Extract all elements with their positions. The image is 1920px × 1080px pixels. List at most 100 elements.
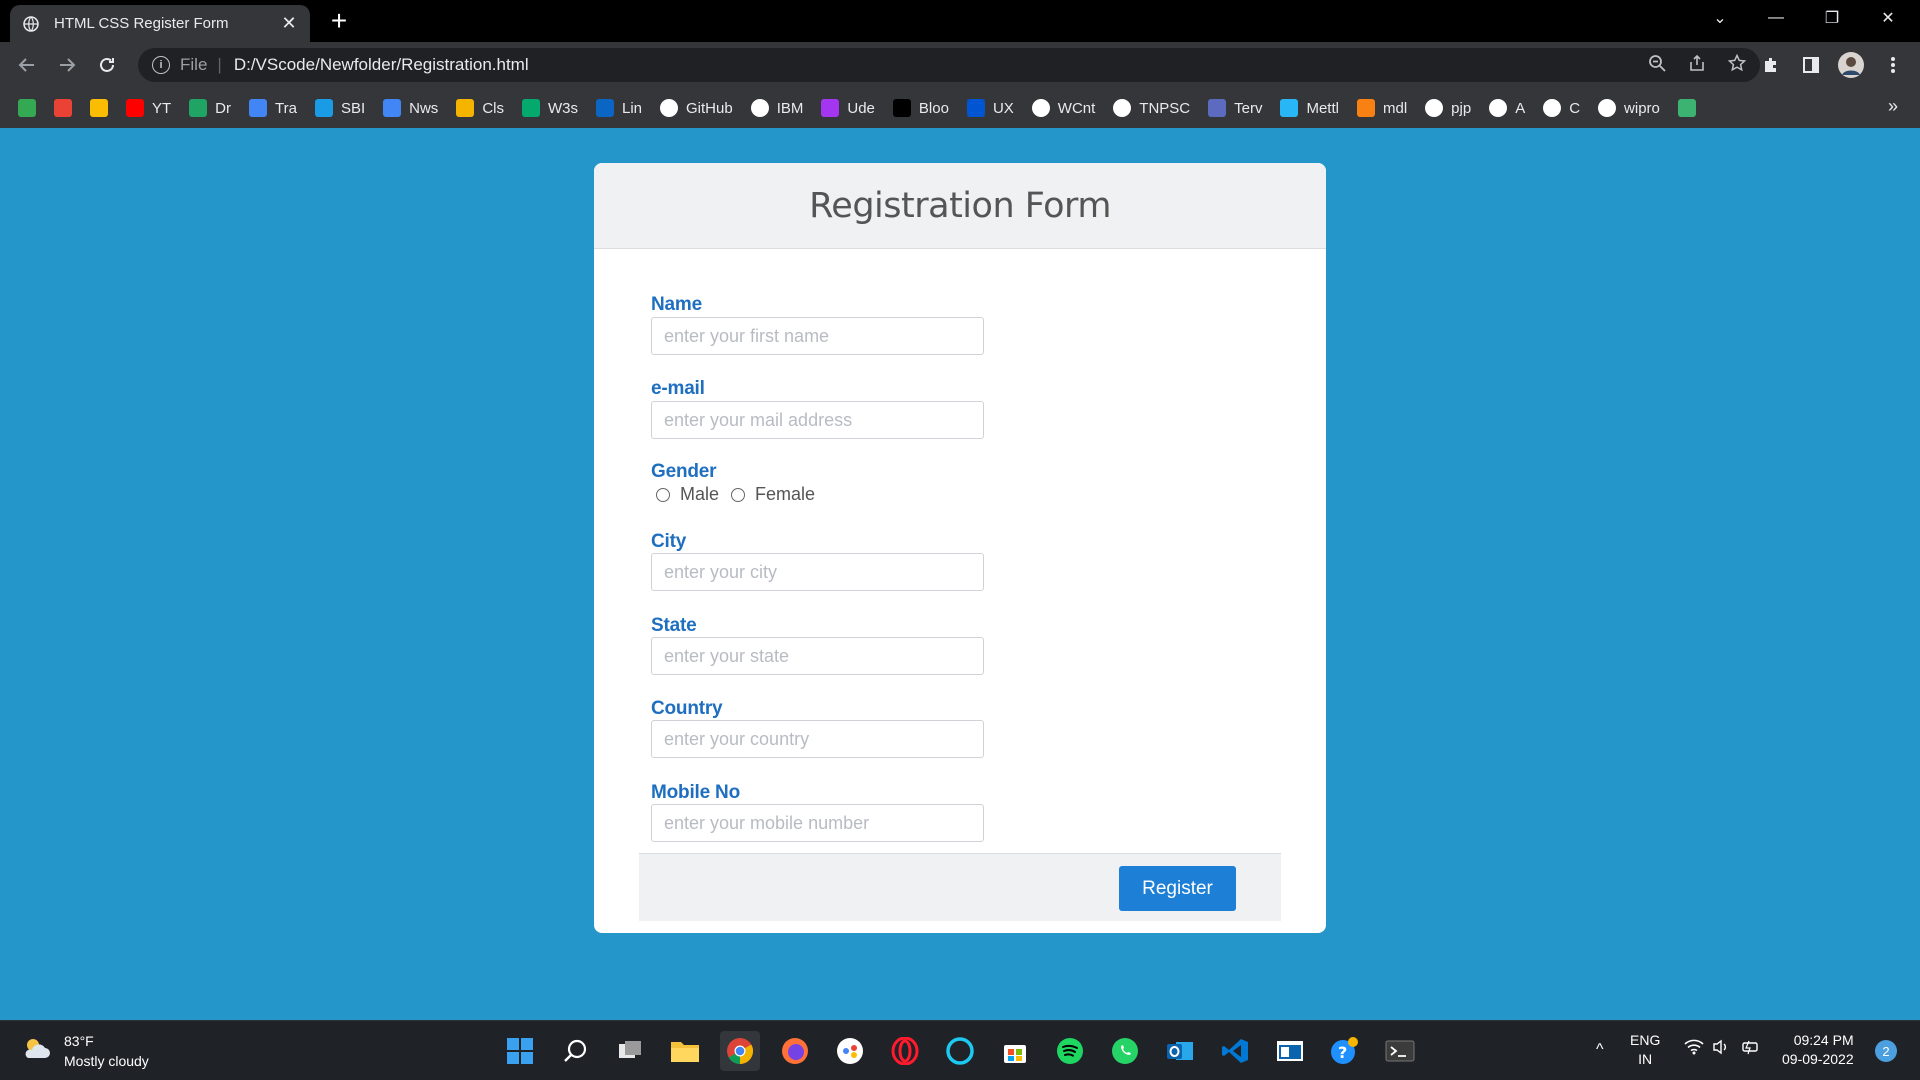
bookmark-item[interactable]: C (1543, 99, 1580, 117)
bookmark-item[interactable]: mdl (1356, 99, 1407, 117)
globe-icon (1489, 99, 1508, 117)
browser-menu-icon[interactable] (1878, 50, 1908, 80)
bookmark-item[interactable]: Dr (189, 99, 231, 117)
notification-badge[interactable]: 2 (1875, 1040, 1897, 1062)
reload-icon[interactable] (92, 50, 122, 80)
name-input[interactable] (651, 317, 984, 355)
clock[interactable]: 09:24 PM 09-09-2022 (1782, 1031, 1854, 1069)
chevron-up-icon[interactable]: ^ (1596, 1041, 1604, 1059)
bookmark-item[interactable]: SBI (314, 99, 365, 117)
back-arrow-icon[interactable] (12, 50, 42, 80)
wifi-icon[interactable] (1684, 1039, 1704, 1060)
bookmark-label: C (1569, 99, 1581, 117)
share-icon[interactable] (1688, 54, 1706, 77)
youtube-icon (126, 99, 144, 117)
udemy-icon (821, 99, 840, 117)
extensions-icon[interactable] (1756, 50, 1786, 80)
google-app-icon[interactable] (830, 1031, 870, 1071)
bookmark-item[interactable]: GitHub (660, 99, 733, 117)
bookmark-item[interactable]: A (1489, 99, 1525, 117)
app-window-icon[interactable] (1270, 1031, 1310, 1071)
whatsapp-icon[interactable] (1105, 1031, 1145, 1071)
info-icon[interactable]: i (152, 56, 170, 74)
profile-avatar[interactable] (1836, 50, 1866, 80)
bookmark-item[interactable] (90, 99, 108, 117)
browser-tab[interactable]: HTML CSS Register Form ✕ (10, 5, 310, 42)
mobile-label: Mobile No (651, 782, 740, 803)
file-explorer-icon[interactable] (665, 1031, 705, 1071)
start-windows-icon[interactable] (500, 1031, 540, 1071)
address-bar[interactable]: i File | D:/VScode/Newfolder/Registratio… (138, 48, 1760, 82)
mobile-input[interactable] (651, 804, 984, 842)
new-tab-button[interactable]: + (324, 6, 354, 36)
opera-icon[interactable] (885, 1031, 925, 1071)
gender-options: Male Female (656, 484, 827, 505)
mettl-icon (1280, 99, 1299, 117)
bookmark-item[interactable]: wipro (1598, 99, 1660, 117)
terminal-icon[interactable] (1380, 1031, 1420, 1071)
forward-arrow-icon[interactable] (52, 50, 82, 80)
bookmark-item[interactable]: Mettl (1280, 99, 1339, 117)
bookmark-item[interactable]: Nws (383, 99, 438, 117)
outlook-icon[interactable] (1160, 1031, 1200, 1071)
register-button[interactable]: Register (1119, 866, 1236, 911)
bookmark-item[interactable]: TNPSC (1113, 99, 1190, 117)
bookmark-item[interactable]: Terv (1208, 99, 1262, 117)
help-icon[interactable]: ? (1325, 1031, 1365, 1071)
language-indicator[interactable]: ENG IN (1630, 1031, 1660, 1069)
store-icon (90, 99, 108, 117)
bookmark-item[interactable]: pjp (1425, 99, 1471, 117)
state-input[interactable] (651, 637, 984, 675)
bookmark-label: UX (992, 99, 1014, 117)
bookmark-item[interactable] (54, 99, 72, 117)
bookmark-item[interactable]: Ude (821, 99, 875, 117)
zoom-icon[interactable] (1648, 54, 1666, 77)
bookmarks-overflow-button[interactable]: » (1888, 96, 1898, 117)
female-label: Female (755, 484, 816, 504)
vscode-icon[interactable] (1215, 1031, 1255, 1071)
search-icon[interactable] (555, 1031, 595, 1071)
maps-icon (18, 99, 36, 117)
side-panel-icon[interactable] (1796, 50, 1826, 80)
chrome-icon[interactable] (720, 1031, 760, 1071)
bookmark-item[interactable]: YT (126, 99, 171, 117)
restore-button[interactable]: ❐ (1804, 0, 1860, 36)
email-input[interactable] (651, 401, 984, 439)
male-radio[interactable] (656, 487, 670, 502)
weather-widget[interactable]: 83°F Mostly cloudy (22, 1031, 149, 1071)
bookmark-item[interactable]: Bloo (892, 99, 949, 117)
bookmark-item[interactable]: Lin (595, 99, 642, 117)
bookmark-label: YT (152, 99, 172, 117)
bookmark-item[interactable]: WCnt (1031, 99, 1095, 117)
tab-search-chevron-icon[interactable]: ⌄ (1692, 0, 1748, 36)
form-title: Registration Form (809, 185, 1111, 226)
volume-icon[interactable] (1712, 1039, 1730, 1060)
drive-icon (189, 99, 208, 117)
bookmark-item[interactable]: W3s (521, 99, 578, 117)
spotify-icon[interactable] (1050, 1031, 1090, 1071)
bookmark-item[interactable]: UX (966, 99, 1014, 117)
tab-close-icon[interactable]: ✕ (280, 13, 298, 34)
battery-icon[interactable] (1740, 1039, 1760, 1060)
firefox-icon[interactable] (775, 1031, 815, 1071)
bookmark-item[interactable] (18, 99, 36, 117)
url-text: D:/VScode/Newfolder/Registration.html (233, 55, 529, 74)
bookmark-label: Dr (215, 99, 231, 117)
female-radio[interactable] (731, 487, 746, 502)
alexa-icon[interactable] (940, 1031, 980, 1071)
bookmark-item[interactable]: Tra (249, 99, 297, 117)
linkedin-icon (595, 99, 614, 117)
microsoft-store-icon[interactable] (995, 1031, 1035, 1071)
minimize-button[interactable]: — (1748, 0, 1804, 36)
close-window-button[interactable]: ✕ (1860, 0, 1916, 36)
weather-temperature: 83°F (64, 1033, 94, 1049)
bookmark-star-icon[interactable] (1727, 53, 1747, 77)
task-view-icon[interactable] (610, 1031, 650, 1071)
bookmark-item[interactable] (1677, 99, 1696, 117)
bookmark-item[interactable]: IBM (750, 99, 803, 117)
country-input[interactable] (651, 720, 984, 758)
city-input[interactable] (651, 553, 984, 591)
bookmark-item[interactable]: Cls (456, 99, 504, 117)
globe-icon (22, 15, 40, 33)
classroom-icon (456, 99, 475, 117)
